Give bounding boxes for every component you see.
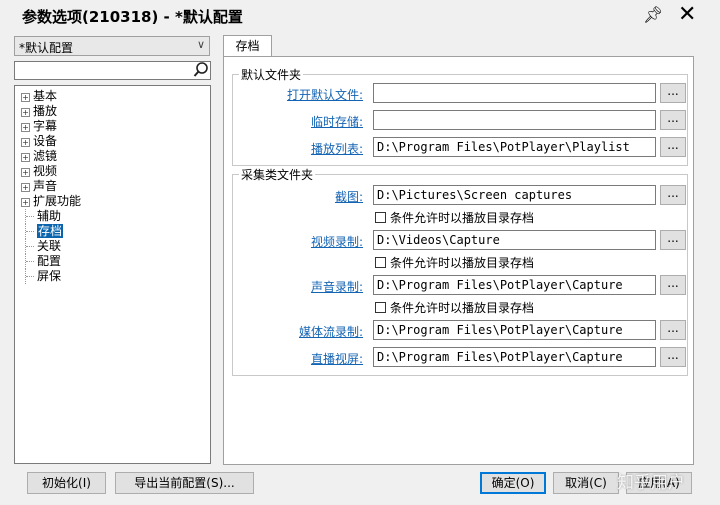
tree-item-association[interactable]: 关联 [21, 239, 61, 254]
tab-archive[interactable]: 存档 [223, 35, 272, 57]
preset-select[interactable]: *默认配置 ∨ [14, 36, 210, 56]
playlist-label[interactable]: 播放列表: [243, 140, 363, 157]
screenshot-field[interactable]: D:\Pictures\Screen captures [373, 185, 656, 205]
temp-storage-browse-button[interactable]: ... [660, 110, 686, 130]
chevron-down-icon: ∨ [196, 38, 205, 51]
tree-item-playback[interactable]: + 播放 [21, 104, 57, 119]
tree-item-archive[interactable]: 存档 [21, 224, 64, 239]
screenshot-label[interactable]: 截图: [243, 188, 363, 205]
open-default-file-browse-button[interactable]: ... [660, 83, 686, 103]
open-default-file-field[interactable] [373, 83, 656, 103]
playlist-browse-button[interactable]: ... [660, 137, 686, 157]
temp-storage-field[interactable] [373, 110, 656, 130]
default-folders-group: 默认文件夹 打开默认文件: ... 临时存储: ... 播放列表: D:\Pro… [232, 66, 688, 166]
tree-item-screensaver[interactable]: 屏保 [21, 269, 61, 284]
tree-item-assist[interactable]: 辅助 [21, 209, 61, 224]
tree-item-audio[interactable]: + 声音 [21, 179, 57, 194]
export-config-button[interactable]: 导出当前配置(S)... [115, 472, 254, 494]
audio-record-field[interactable]: D:\Program Files\PotPlayer\Capture [373, 275, 656, 295]
watermark: 知乎用户 [617, 473, 685, 493]
expand-icon[interactable]: + [21, 168, 30, 177]
capture-folders-title: 采集类文件夹 [239, 166, 316, 183]
ok-button[interactable]: 确定(O) [480, 472, 546, 494]
expand-icon[interactable]: + [21, 93, 30, 102]
expand-icon[interactable]: + [21, 153, 30, 162]
expand-icon[interactable]: + [21, 183, 30, 192]
title-bar: 参数选项(210318) - *默认配置 📌︎ ✕ [0, 0, 720, 32]
checkbox[interactable] [375, 212, 386, 223]
tab-panel: 默认文件夹 打开默认文件: ... 临时存储: ... 播放列表: D:\Pro… [223, 56, 694, 465]
tree-item-devices[interactable]: + 设备 [21, 134, 57, 149]
screenshot-play-dir-checkbox[interactable]: 条件允许时以播放目录存档 [375, 209, 534, 226]
video-play-dir-checkbox[interactable]: 条件允许时以播放目录存档 [375, 254, 534, 271]
pin-icon[interactable]: 📌︎ [643, 5, 663, 24]
expand-icon[interactable]: + [21, 123, 30, 132]
video-record-browse-button[interactable]: ... [660, 230, 686, 250]
cancel-button[interactable]: 取消(C) [553, 472, 619, 494]
audio-record-browse-button[interactable]: ... [660, 275, 686, 295]
audio-record-label[interactable]: 声音录制: [243, 278, 363, 295]
expand-icon[interactable]: + [21, 138, 30, 147]
expand-icon[interactable]: + [21, 198, 30, 207]
search-input[interactable] [14, 61, 211, 80]
close-icon[interactable]: ✕ [678, 2, 696, 27]
temp-storage-label[interactable]: 临时存储: [243, 113, 363, 130]
audio-play-dir-checkbox[interactable]: 条件允许时以播放目录存档 [375, 299, 534, 316]
tree-item-extensions[interactable]: + 扩展功能 [21, 194, 81, 209]
initialize-button[interactable]: 初始化(I) [27, 472, 106, 494]
stream-record-browse-button[interactable]: ... [660, 320, 686, 340]
live-video-field[interactable]: D:\Program Files\PotPlayer\Capture [373, 347, 656, 367]
preset-select-value: *默认配置 [19, 41, 74, 55]
window-title: 参数选项(210318) - *默认配置 [22, 8, 243, 26]
tree-item-config[interactable]: 配置 [21, 254, 61, 269]
expand-icon[interactable]: + [21, 108, 30, 117]
video-record-field[interactable]: D:\Videos\Capture [373, 230, 656, 250]
tree-item-subtitles[interactable]: + 字幕 [21, 119, 57, 134]
open-default-file-label[interactable]: 打开默认文件: [243, 86, 363, 103]
tree-item-video[interactable]: + 视频 [21, 164, 57, 179]
default-folders-title: 默认文件夹 [239, 66, 304, 83]
checkbox[interactable] [375, 302, 386, 313]
tree-item-filters[interactable]: + 滤镜 [21, 149, 57, 164]
settings-tree: + 基本 + 播放 + 字幕 + 设备 + 滤镜 + 视频 + 声音 + 扩展功能 辅助 存档 … [14, 85, 211, 464]
tree-item-basic[interactable]: + 基本 [21, 89, 57, 104]
stream-record-field[interactable]: D:\Program Files\PotPlayer\Capture [373, 320, 656, 340]
live-video-browse-button[interactable]: ... [660, 347, 686, 367]
capture-folders-group: 采集类文件夹 截图: D:\Pictures\Screen captures .… [232, 166, 688, 376]
screenshot-browse-button[interactable]: ... [660, 185, 686, 205]
checkbox[interactable] [375, 257, 386, 268]
playlist-field[interactable]: D:\Program Files\PotPlayer\Playlist [373, 137, 656, 157]
live-video-label[interactable]: 直播视屏: [243, 350, 363, 367]
search-icon[interactable] [192, 61, 210, 79]
stream-record-label[interactable]: 媒体流录制: [243, 323, 363, 340]
video-record-label[interactable]: 视频录制: [243, 233, 363, 250]
